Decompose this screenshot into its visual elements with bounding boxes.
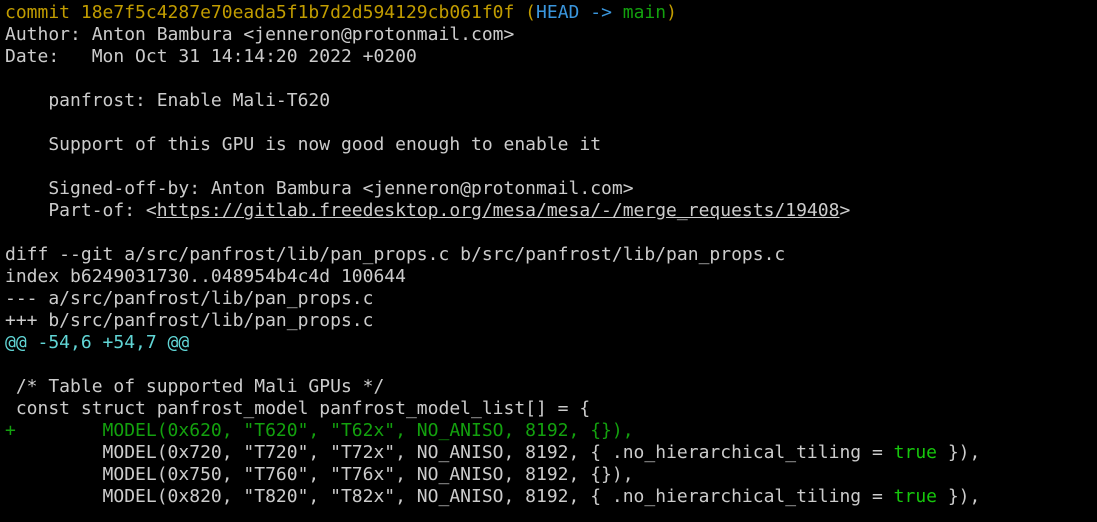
diff-old-file: --- a/src/panfrost/lib/pan_props.c [5,288,374,309]
branch-name: main [622,2,667,23]
terminal-window[interactable]: commit 18e7f5c4287e70eada5f1b7d2d594129c… [0,0,1097,522]
ref-paren-close: ) [666,2,677,23]
t820-keyword: true [893,486,937,507]
author-line: Author: Anton Bambura <jenneron@protonma… [5,24,515,45]
t720-code: MODEL(0x720, "T720", "T72x", NO_ANISO, 8… [5,442,894,463]
diff-header: diff --git a/src/panfrost/lib/pan_props.… [5,244,786,265]
commit-hash: 18e7f5c4287e70eada5f1b7d2d594129cb061f0f [80,2,515,23]
signed-off-line: Signed-off-by: Anton Bambura <jenneron@p… [5,178,634,199]
t820-close: }), [937,486,981,507]
date-line: Date: Mon Oct 31 14:14:20 2022 +0200 [5,46,417,67]
diff-hunk-header: @@ -54,6 +54,7 @@ [5,332,190,353]
ref-paren-open: ( [514,2,537,23]
head-ref: HEAD [536,2,580,23]
merge-request-link[interactable]: https://gitlab.freedesktop.org/mesa/mesa… [157,200,840,221]
t720-close: }), [937,442,981,463]
commit-body: Support of this GPU is now good enough t… [5,134,602,155]
ref-arrow: -> [579,2,623,23]
part-of-prefix: Part-of: < [5,200,157,221]
commit-prefix: commit [5,2,81,23]
diff-context-comment: /* Table of supported Mali GPUs */ [5,376,385,397]
diff-context-decl: const struct panfrost_model panfrost_mod… [5,398,591,419]
t820-code: MODEL(0x820, "T820", "T82x", NO_ANISO, 8… [5,486,894,507]
part-of-suffix: > [839,200,851,221]
diff-new-file: +++ b/src/panfrost/lib/pan_props.c [5,310,374,331]
part-of-line: Part-of: <https://gitlab.freedesktop.org… [5,200,1097,222]
diff-index: index b6249031730..048954b4c4d 100644 [5,266,406,287]
commit-line: commit 18e7f5c4287e70eada5f1b7d2d594129c… [5,2,1097,24]
commit-subject: panfrost: Enable Mali-T620 [5,90,331,111]
diff-added-line: + MODEL(0x620, "T620", "T62x", NO_ANISO,… [5,420,634,441]
diff-context-t760: MODEL(0x750, "T760", "T76x", NO_ANISO, 8… [5,464,634,485]
t720-keyword: true [893,442,937,463]
diff-context-t720: MODEL(0x720, "T720", "T72x", NO_ANISO, 8… [5,442,1097,464]
diff-context-t820: MODEL(0x820, "T820", "T82x", NO_ANISO, 8… [5,486,1097,508]
